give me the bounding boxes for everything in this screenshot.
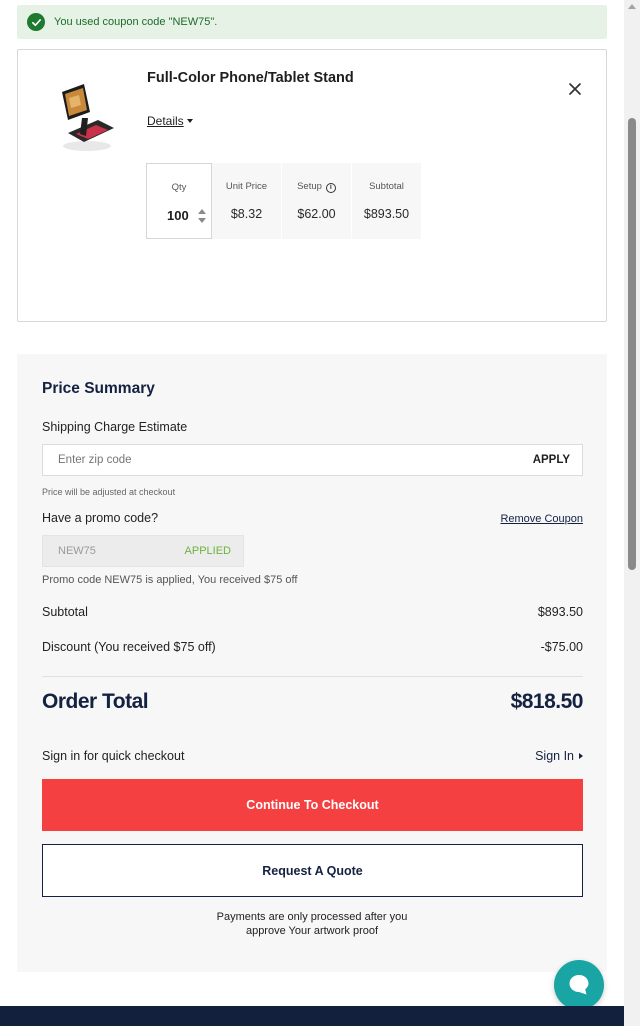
subtotal-cell: Subtotal $893.50 xyxy=(352,163,422,239)
divider xyxy=(42,676,583,677)
sign-in-label: Sign In xyxy=(535,749,574,763)
subtotal-value: $893.50 xyxy=(537,605,583,619)
unit-price-label: Unit Price xyxy=(225,181,268,192)
applied-badge: APPLIED xyxy=(184,545,231,557)
order-total-label: Order Total xyxy=(42,690,149,713)
product-title[interactable]: Full-Color Phone/Tablet Stand xyxy=(147,70,354,86)
summary-title: Price Summary xyxy=(42,380,155,397)
setup-label: Setup xyxy=(297,181,322,192)
caret-right-icon xyxy=(579,753,583,759)
scrollbar[interactable] xyxy=(624,0,640,1026)
coupon-success-banner: You used coupon code "NEW75". xyxy=(17,5,607,39)
chat-button[interactable] xyxy=(554,960,604,1010)
payment-note-line1: Payments are only processed after you xyxy=(216,911,408,923)
zip-code-input[interactable] xyxy=(58,454,478,466)
quantity-stepper[interactable] xyxy=(197,209,207,225)
price-adjust-note: Price will be adjusted at checkout xyxy=(42,487,176,497)
price-breakdown: Qty 100 Unit Price $8.32 Setup i $62.00 S… xyxy=(146,163,422,239)
remove-coupon-link[interactable]: Remove Coupon xyxy=(500,513,583,525)
info-icon[interactable]: i xyxy=(325,183,336,193)
stepper-up-icon[interactable] xyxy=(198,209,206,214)
item-subtotal-value: $893.50 xyxy=(363,207,410,221)
promo-applied-note: Promo code NEW75 is applied, You receive… xyxy=(42,574,298,586)
subtotal-label: Subtotal xyxy=(42,605,88,619)
unit-price-value: $8.32 xyxy=(230,207,263,221)
product-image[interactable] xyxy=(54,78,120,154)
shipping-label: Shipping Charge Estimate xyxy=(42,420,188,434)
payment-note-line2: approve Your artwork proof xyxy=(245,925,379,937)
promo-code-field: NEW75 APPLIED xyxy=(42,535,244,567)
quantity-field[interactable]: Qty 100 xyxy=(146,163,212,239)
apply-zip-button[interactable]: APPLY xyxy=(533,454,570,466)
zip-code-form: APPLY xyxy=(42,444,583,476)
item-subtotal-label: Subtotal xyxy=(369,181,404,192)
caret-down-icon xyxy=(186,119,193,123)
qty-value[interactable]: 100 xyxy=(167,208,189,223)
discount-label: Discount (You received $75 off) xyxy=(42,640,216,654)
scroll-up-icon[interactable] xyxy=(628,4,636,9)
discount-value: -$75.00 xyxy=(540,640,583,654)
setup-label-row: Setup i xyxy=(282,181,351,193)
coupon-message: You used coupon code "NEW75". xyxy=(54,16,218,28)
sign-in-link[interactable]: Sign In xyxy=(535,749,583,763)
signin-prompt: Sign in for quick checkout xyxy=(42,749,185,763)
scrollbar-thumb[interactable] xyxy=(628,118,636,570)
continue-checkout-button[interactable]: Continue To Checkout xyxy=(42,779,583,831)
close-icon[interactable] xyxy=(566,80,584,98)
check-circle-icon xyxy=(27,13,45,31)
chat-bubble-icon xyxy=(569,975,589,995)
qty-label: Qty xyxy=(171,182,187,193)
footer-bar xyxy=(0,1006,624,1026)
cart-item-card: Full-Color Phone/Tablet Stand Details Qt… xyxy=(17,49,607,322)
unit-price-cell: Unit Price $8.32 xyxy=(212,163,282,239)
payment-note: Payments are only processed after you ap… xyxy=(17,910,607,938)
setup-value: $62.00 xyxy=(297,207,336,221)
price-summary-panel: Price Summary Shipping Charge Estimate A… xyxy=(17,354,607,972)
request-quote-button[interactable]: Request A Quote xyxy=(42,844,583,897)
promo-code-value: NEW75 xyxy=(58,545,96,557)
details-label: Details xyxy=(147,114,184,128)
promo-label: Have a promo code? xyxy=(42,511,159,525)
order-total-value: $818.50 xyxy=(510,690,584,713)
cart-page: You used coupon code "NEW75". Full-Color… xyxy=(0,0,640,1026)
details-toggle[interactable]: Details xyxy=(147,114,193,128)
setup-cell: Setup i $62.00 xyxy=(282,163,352,239)
stepper-down-icon[interactable] xyxy=(198,218,206,223)
